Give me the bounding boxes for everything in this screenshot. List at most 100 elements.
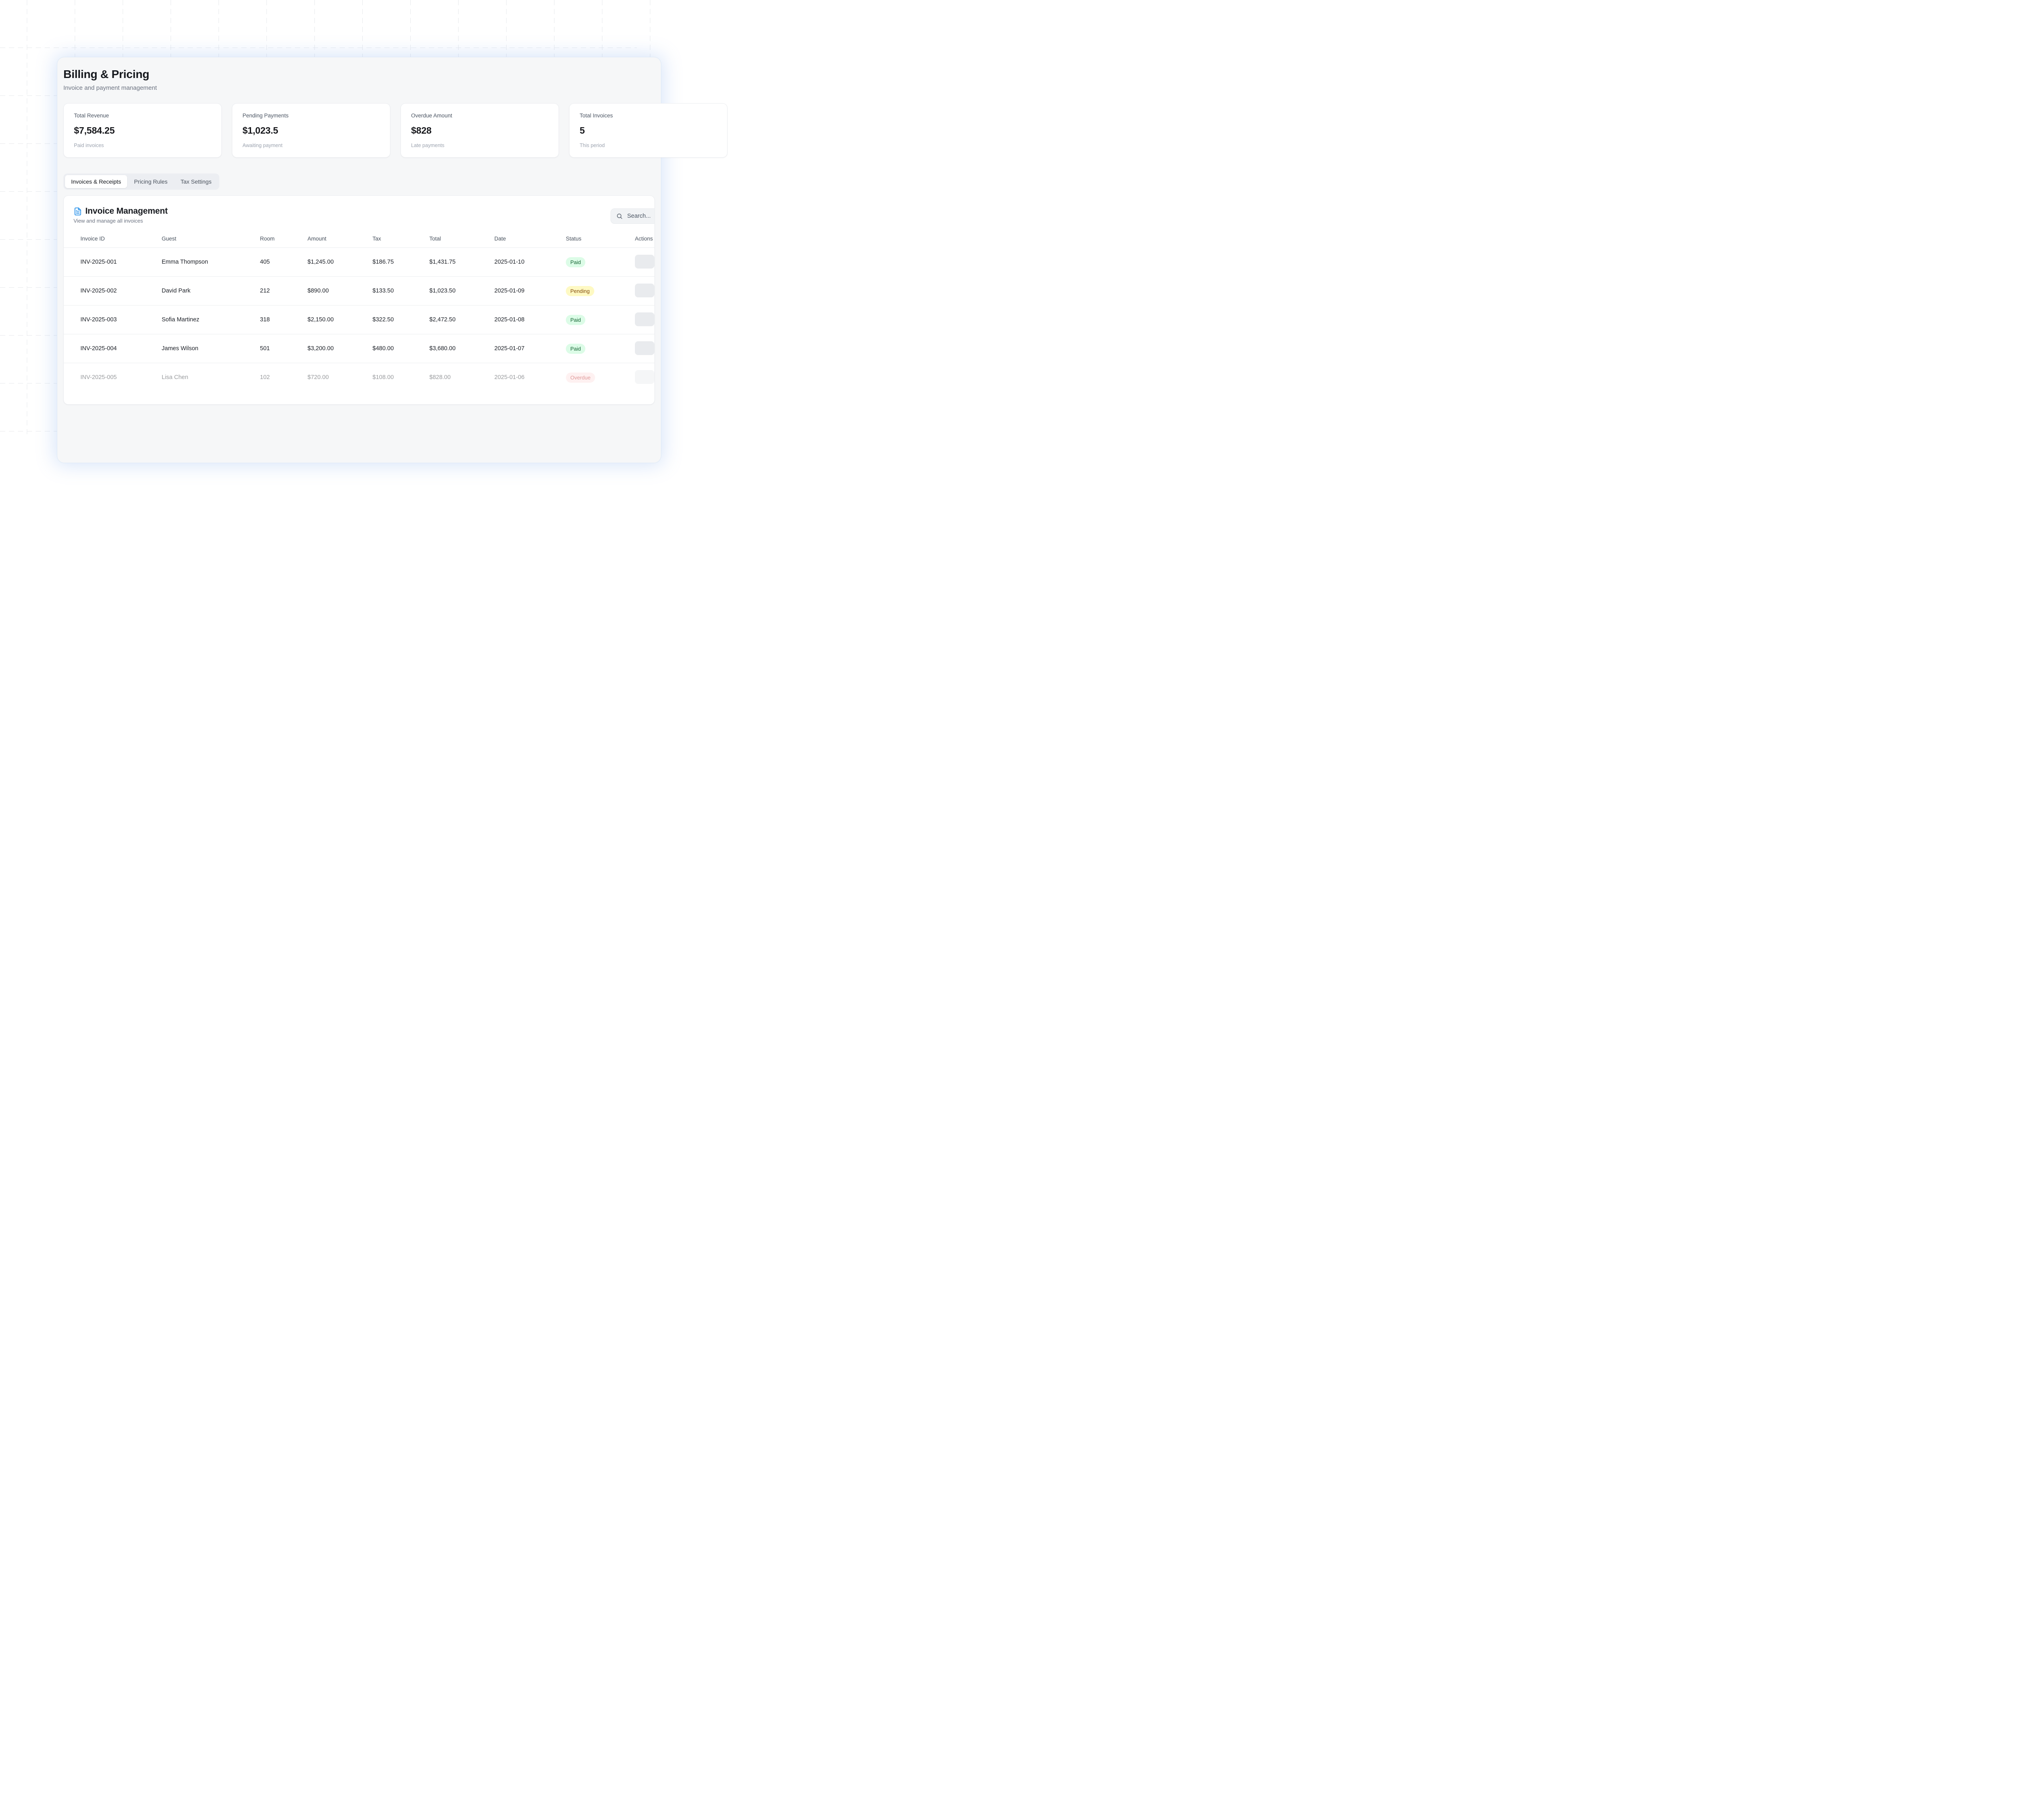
search-input[interactable] xyxy=(626,212,654,220)
stat-card-pending-payments: Pending Payments $1,023.5 Awaiting payme… xyxy=(232,103,390,158)
cell-status: Paid xyxy=(566,248,634,277)
stat-value: $828 xyxy=(411,125,432,136)
cell-guest: David Park xyxy=(162,276,260,306)
cell-actions xyxy=(634,363,654,392)
cell-date: 2025-01-08 xyxy=(494,305,566,334)
cell-date: 2025-01-10 xyxy=(494,259,525,265)
row-action-button[interactable] xyxy=(635,312,654,326)
column-header-invoice-id: Invoice ID xyxy=(64,230,162,248)
table-row: INV-2025-003 Sofia Martinez 318 $2,150.0… xyxy=(64,305,654,334)
cell-guest: Sofia Martinez xyxy=(162,305,260,334)
cell-amount: $3,200.00 xyxy=(307,334,372,363)
table-header-row: Invoice ID Guest Room Amount Tax Total D… xyxy=(64,230,654,248)
stat-value: $1,023.5 xyxy=(243,125,278,136)
cell-guest: Emma Thompson xyxy=(162,259,208,265)
cell-invoice-id: INV-2025-004 xyxy=(64,334,162,363)
invoice-card-title: Invoice Management xyxy=(85,206,168,216)
table-row: INV-2025-001 Emma Thompson 405 $1,245.00… xyxy=(64,248,654,277)
row-action-button[interactable] xyxy=(635,341,654,355)
cell-tax: $480.00 xyxy=(372,334,429,363)
cell-actions xyxy=(634,334,654,363)
tab-tax-settings[interactable]: Tax Settings xyxy=(174,175,217,188)
cell-amount: $720.00 xyxy=(307,363,372,392)
cell-invoice-id: INV-2025-001 xyxy=(80,259,117,265)
page-title: Billing & Pricing xyxy=(63,68,149,80)
cell-total: $1,431.75 xyxy=(429,259,456,265)
cell-tax: $322.50 xyxy=(372,305,429,334)
cell-room: 318 xyxy=(260,305,307,334)
cell-actions xyxy=(634,248,654,277)
tab-invoices-receipts[interactable]: Invoices & Receipts xyxy=(65,175,127,188)
stat-label: Pending Payments xyxy=(243,113,289,119)
cell-guest: James Wilson xyxy=(162,334,260,363)
cell-date: 2025-01-09 xyxy=(494,276,566,306)
table-row: INV-2025-002 David Park 212 $890.00 $133… xyxy=(64,276,654,306)
table-row: INV-2025-005 Lisa Chen 102 $720.00 $108.… xyxy=(64,363,654,392)
status-badge: Pending xyxy=(566,286,594,296)
cell-amount: $2,150.00 xyxy=(307,305,372,334)
column-header-total: Total xyxy=(429,230,494,248)
stat-label: Total Invoices xyxy=(580,113,613,119)
cell-room: 501 xyxy=(260,334,307,363)
status-badge: Paid xyxy=(566,257,586,267)
column-header-actions: Actions xyxy=(634,230,654,248)
stat-value: $7,584.25 xyxy=(74,125,115,136)
cell-amount: $1,245.00 xyxy=(307,259,334,265)
status-badge: Paid xyxy=(566,314,586,325)
column-header-tax: Tax xyxy=(372,230,429,248)
tab-pricing-rules[interactable]: Pricing Rules xyxy=(128,175,173,188)
cell-invoice-id: INV-2025-002 xyxy=(64,276,162,306)
cell-room: 102 xyxy=(260,363,307,392)
stat-card-total-invoices: Total Invoices 5 This period xyxy=(569,103,728,158)
cell-total: $828.00 xyxy=(429,363,494,392)
column-header-date: Date xyxy=(494,230,566,248)
stat-value: 5 xyxy=(580,125,585,136)
cell-date: 2025-01-07 xyxy=(494,334,566,363)
stat-card-overdue-amount: Overdue Amount $828 Late payments xyxy=(401,103,559,158)
cell-date: 2025-01-06 xyxy=(494,363,566,392)
stat-card-total-revenue: Total Revenue $7,584.25 Paid invoices xyxy=(63,103,222,158)
billing-page: { "page": { "title": "Billing & Pricing"… xyxy=(0,0,728,463)
cell-guest: Lisa Chen xyxy=(162,363,260,392)
invoices-table: Invoice ID Guest Room Amount Tax Total D… xyxy=(64,230,654,392)
cell-tax: $133.50 xyxy=(372,276,429,306)
stat-label: Overdue Amount xyxy=(411,113,453,119)
cell-status: Pending xyxy=(566,276,634,306)
cell-total: $2,472.50 xyxy=(429,305,494,334)
file-text-icon xyxy=(74,207,82,216)
stat-label: Total Revenue xyxy=(74,113,109,119)
cell-status: Overdue xyxy=(566,363,634,392)
cell-actions xyxy=(634,305,654,334)
cell-tax: $108.00 xyxy=(372,363,429,392)
cell-amount: $890.00 xyxy=(307,276,372,306)
stat-sublabel: Awaiting payment xyxy=(243,143,283,148)
row-action-button[interactable] xyxy=(635,254,654,269)
cell-status: Paid xyxy=(566,305,634,334)
cell-invoice-id: INV-2025-003 xyxy=(64,305,162,334)
cell-room: 405 xyxy=(260,259,270,265)
column-header-guest: Guest xyxy=(162,230,260,248)
column-header-status: Status xyxy=(566,230,634,248)
cell-actions xyxy=(634,276,654,306)
table-row: INV-2025-004 James Wilson 501 $3,200.00 … xyxy=(64,334,654,363)
stat-sublabel: Late payments xyxy=(411,143,444,148)
billing-panel: Billing & Pricing Invoice and payment ma… xyxy=(57,57,728,463)
stat-sublabel: Paid invoices xyxy=(74,143,104,148)
status-badge: Overdue xyxy=(566,372,595,383)
cell-invoice-id: INV-2025-005 xyxy=(64,363,162,392)
status-badge: Paid xyxy=(566,343,586,354)
cell-total: $3,680.00 xyxy=(429,334,494,363)
column-header-room: Room xyxy=(260,230,307,248)
column-header-amount: Amount xyxy=(307,230,372,248)
cell-tax: $186.75 xyxy=(372,259,394,265)
stats-row: Total Revenue $7,584.25 Paid invoices Pe… xyxy=(63,103,728,158)
cell-total: $1,023.50 xyxy=(429,276,494,306)
tab-list: Invoices & Receipts Pricing Rules Tax Se… xyxy=(63,173,219,190)
invoice-search-box[interactable] xyxy=(611,208,654,224)
cell-room: 212 xyxy=(260,276,307,306)
row-action-button[interactable] xyxy=(635,283,654,297)
cell-status: Paid xyxy=(566,334,634,363)
search-icon xyxy=(616,213,623,219)
stat-sublabel: This period xyxy=(580,143,605,148)
row-action-button[interactable] xyxy=(635,370,654,384)
